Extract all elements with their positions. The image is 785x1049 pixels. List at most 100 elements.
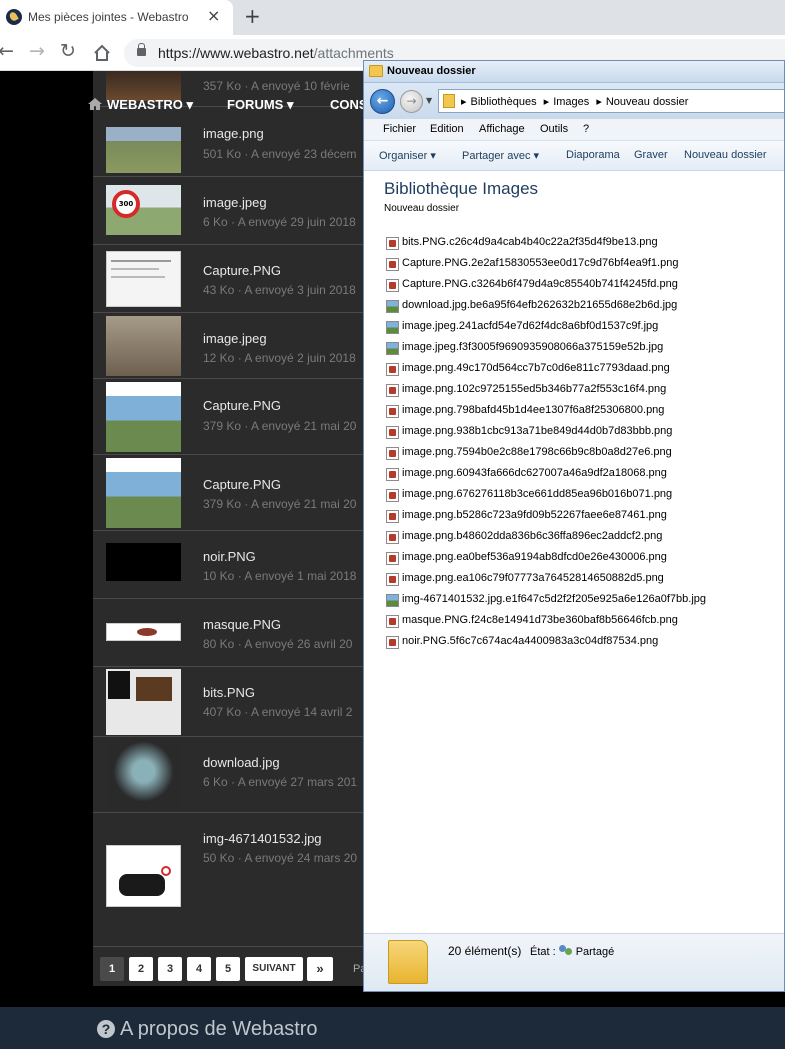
png-file-icon: [386, 615, 399, 628]
back-icon[interactable]: ←: [370, 89, 395, 114]
back-arrow-icon[interactable]: ←: [0, 40, 14, 62]
attachment-name[interactable]: bits.PNG: [203, 685, 255, 700]
explorer-address-area: ← → ▼ ▸ Bibliothèques ▸ Images ▸ Nouveau do…: [364, 83, 784, 119]
jpg-file-icon: [386, 300, 399, 313]
attachment-name[interactable]: noir.PNG: [203, 549, 256, 564]
explorer-command-bar: Organiser ▾ Partager avec ▾ Diaporama Gr…: [364, 141, 784, 171]
png-file-icon: [386, 363, 399, 376]
attachment-row[interactable]: image.png 501 Ko · A envoyé 23 décem: [93, 107, 365, 177]
page-3-button[interactable]: 3: [158, 957, 182, 981]
attachment-name[interactable]: Capture.PNG: [203, 477, 281, 492]
png-file-icon: [386, 468, 399, 481]
close-tab-icon[interactable]: ×: [207, 6, 220, 25]
attachment-meta: 50 Ko · A envoyé 24 mars 20: [203, 851, 358, 865]
png-file-icon: [386, 447, 399, 460]
attachment-name[interactable]: Capture.PNG: [203, 398, 281, 413]
diaporama-button[interactable]: Diaporama: [566, 149, 620, 161]
footer: ? A propos de Webastro: [0, 1007, 785, 1049]
next-page-button[interactable]: SUIVANT: [245, 957, 303, 981]
attachment-meta: 43 Ko · A envoyé 3 juin 2018: [203, 283, 356, 297]
speed-sign-icon: 300: [112, 190, 140, 218]
attachment-meta: 10 Ko · A envoyé 1 mai 2018: [203, 569, 357, 583]
last-page-button[interactable]: »: [307, 957, 333, 981]
page-5-button[interactable]: 5: [216, 957, 240, 981]
nav-cons[interactable]: CONS: [330, 97, 368, 112]
attachment-row[interactable]: bits.PNG 407 Ko · A envoyé 14 avril 2: [93, 667, 365, 737]
png-file-icon: [386, 636, 399, 649]
attachment-row[interactable]: Capture.PNG 379 Ko · A envoyé 21 mai 20: [93, 455, 365, 531]
new-tab-icon[interactable]: +: [244, 4, 261, 28]
home-icon[interactable]: [93, 44, 111, 62]
shared-users-icon: [558, 944, 573, 956]
breadcrumb: ▸ Bibliothèques ▸ Images ▸ Nouveau dossier: [461, 96, 689, 108]
about-link[interactable]: ? A propos de Webastro: [97, 1018, 318, 1041]
reload-icon[interactable]: ↻: [60, 40, 76, 62]
attachment-name[interactable]: image.jpeg: [203, 331, 267, 346]
attachment-row[interactable]: masque.PNG 80 Ko · A envoyé 26 avril 20: [93, 599, 365, 667]
breadcrumb-libraries[interactable]: Bibliothèques: [471, 96, 537, 108]
menu-affichage[interactable]: Affichage: [479, 123, 525, 135]
nav-brand[interactable]: WEBASTRO ▾: [107, 97, 193, 113]
menu-help[interactable]: ?: [583, 123, 589, 135]
folder-icon: [443, 94, 455, 108]
url-text: https://www.webastro.net/attachments: [158, 45, 394, 61]
png-file-icon: [386, 426, 399, 439]
png-file-icon: [386, 552, 399, 565]
attachment-name[interactable]: download.jpg: [203, 755, 280, 770]
attachment-meta: 12 Ko · A envoyé 2 juin 2018: [203, 351, 356, 365]
partager-button[interactable]: Partager avec ▾: [462, 149, 539, 162]
breadcrumb-images[interactable]: Images: [553, 96, 589, 108]
attachment-row[interactable]: image.jpeg 12 Ko · A envoyé 2 juin 2018: [93, 313, 365, 379]
menu-edition[interactable]: Edition: [430, 123, 464, 135]
history-dropdown-icon[interactable]: ▼: [426, 96, 432, 105]
png-file-icon: [386, 258, 399, 271]
home-icon[interactable]: [88, 98, 102, 110]
explorer-address-bar[interactable]: ▸ Bibliothèques ▸ Images ▸ Nouveau dossier: [438, 89, 784, 113]
browser-tab[interactable]: Mes pièces jointes - Webastro ×: [0, 0, 233, 35]
attachment-thumbnail: [106, 458, 181, 528]
attachment-row[interactable]: Capture.PNG 379 Ko · A envoyé 21 mai 20: [93, 379, 365, 455]
attachment-name[interactable]: masque.PNG: [203, 617, 281, 632]
browser-tabbar: Mes pièces jointes - Webastro × +: [0, 0, 785, 35]
png-file-icon: [386, 384, 399, 397]
organiser-button[interactable]: Organiser ▾: [379, 149, 436, 162]
explorer-title: Nouveau dossier: [387, 65, 476, 77]
png-file-icon: [386, 510, 399, 523]
library-title: Bibliothèque Images: [384, 179, 539, 198]
explorer-window: Nouveau dossier ← → ▼ ▸ Bibliothèques ▸ Im…: [363, 60, 785, 992]
attachment-thumbnail: [106, 739, 181, 811]
explorer-titlebar[interactable]: Nouveau dossier: [364, 61, 784, 83]
new-folder-button[interactable]: Nouveau dossier: [684, 149, 767, 161]
forward-arrow-icon[interactable]: →: [29, 40, 45, 62]
attachment-row[interactable]: Capture.PNG 43 Ko · A envoyé 3 juin 2018: [93, 245, 365, 313]
graver-button[interactable]: Graver: [634, 149, 668, 161]
attachment-thumbnail: 300: [106, 185, 181, 235]
nav-forums[interactable]: FORUMS ▾: [227, 97, 293, 113]
explorer-menubar: Fichier Edition Affichage Outils ?: [364, 119, 784, 141]
page-2-button[interactable]: 2: [129, 957, 153, 981]
page-1-button[interactable]: 1: [100, 957, 124, 981]
explorer-status-bar: 20 élément(s) État : Partagé: [364, 933, 784, 991]
png-file-icon: [386, 237, 399, 250]
breadcrumb-new-folder[interactable]: Nouveau dossier: [606, 96, 689, 108]
lock-icon: [137, 43, 146, 56]
attachment-name[interactable]: Capture.PNG: [203, 263, 281, 278]
attachment-row[interactable]: img-4671401532.jpg 50 Ko · A envoyé 24 m…: [93, 813, 365, 947]
menu-fichier[interactable]: Fichier: [383, 123, 416, 135]
menu-outils[interactable]: Outils: [540, 123, 568, 135]
attachment-meta: 501 Ko · A envoyé 23 décem: [203, 147, 357, 161]
attachment-row[interactable]: 300 image.jpeg 6 Ko · A envoyé 29 juin 2…: [93, 177, 365, 245]
png-file-icon: [386, 573, 399, 586]
attachment-row[interactable]: noir.PNG 10 Ko · A envoyé 1 mai 2018: [93, 531, 365, 599]
attachment-meta: 357 Ko · A envoyé 10 févrie: [203, 79, 350, 93]
folder-icon: [369, 65, 383, 77]
attachment-thumbnail: [106, 845, 181, 907]
attachment-name[interactable]: img-4671401532.jpg: [203, 831, 322, 846]
page-4-button[interactable]: 4: [187, 957, 211, 981]
attachment-row[interactable]: download.jpg 6 Ko · A envoyé 27 mars 201: [93, 737, 365, 813]
attachment-name[interactable]: image.jpeg: [203, 195, 267, 210]
attachment-name[interactable]: image.png: [203, 126, 264, 141]
pagination: 1 2 3 4 5 SUIVANT »: [93, 949, 365, 986]
attachment-meta: 6 Ko · A envoyé 27 mars 201: [203, 775, 358, 789]
forward-icon[interactable]: →: [400, 90, 423, 113]
